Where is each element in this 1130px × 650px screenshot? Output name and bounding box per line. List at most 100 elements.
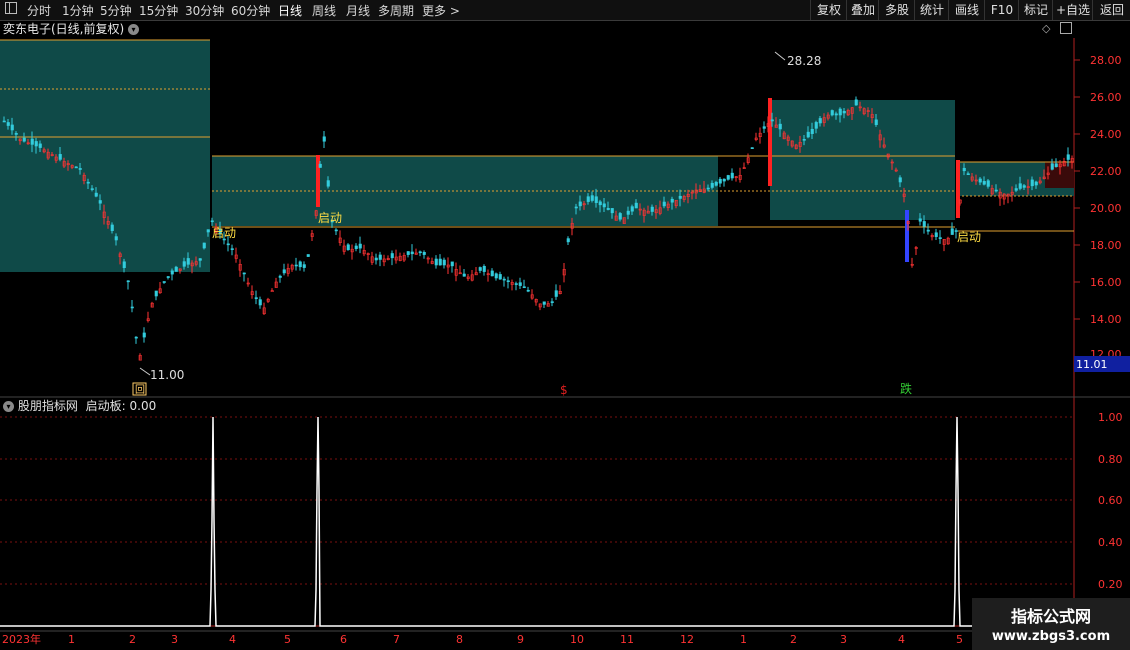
square-menu-icon[interactable]: [4, 1, 18, 18]
candle-body: [586, 196, 590, 202]
period-tab-15min[interactable]: 15分钟: [139, 2, 178, 19]
candle-body: [294, 264, 298, 267]
candle-body: [418, 251, 422, 254]
date-axis: 2023年 1 2 3 4 5 6 7 8 9 10 11 12 1 2 3 4…: [2, 632, 963, 646]
indicator-grid: [0, 416, 1074, 585]
candle-body: [494, 273, 498, 279]
date-tick: 3: [840, 633, 847, 646]
date-tick: 12: [680, 633, 694, 646]
candle-body: [634, 202, 638, 209]
candle-body: [938, 237, 942, 239]
candle-body: [966, 173, 970, 175]
watermark-url: www.zbgs3.com: [991, 629, 1111, 644]
candle-body: [358, 243, 362, 249]
f10-button[interactable]: F10: [984, 0, 1019, 20]
candle-body: [598, 201, 602, 206]
candle-body: [166, 276, 170, 278]
date-tick: 1: [740, 633, 747, 646]
signal-label-qidong: 启动: [212, 226, 236, 240]
candle-body: [498, 274, 502, 280]
current-price-label: 11.01: [1076, 358, 1108, 371]
signal-bar: [768, 98, 772, 186]
candle-body: [110, 224, 114, 231]
candle-body: [422, 252, 426, 255]
overlay-button[interactable]: 叠加: [846, 0, 879, 20]
candle-body: [126, 280, 130, 283]
fuquan-button[interactable]: 复权: [810, 0, 847, 20]
high-price-label: 28.28: [787, 54, 821, 68]
kline-chart[interactable]: 启动 启动 启动 28.28 11.00 回 $ 跌 28.00 26.00 2…: [0, 20, 1130, 650]
candle-body: [814, 122, 818, 129]
period-tab-fenshi[interactable]: 分时: [27, 2, 51, 19]
price-axis: 28.00 26.00 24.00 22.00 20.00 18.00 16.0…: [1074, 54, 1122, 361]
candle-body: [874, 119, 878, 125]
candle-body: [78, 168, 82, 170]
period-tab-multi[interactable]: 多周期: [378, 2, 414, 19]
candle-body: [390, 253, 394, 259]
candle-body: [134, 336, 138, 339]
high-pointer: [774, 51, 786, 61]
candle-body: [918, 218, 922, 222]
date-tick: 2023年: [2, 632, 41, 646]
period-tab-60min[interactable]: 60分钟: [231, 2, 270, 19]
candle-body: [810, 128, 814, 134]
candle-body: [182, 261, 186, 267]
candle-body: [154, 290, 158, 297]
candle-body: [834, 113, 838, 116]
period-tab-5min[interactable]: 5分钟: [100, 2, 132, 19]
candle-body: [170, 270, 174, 275]
candle-body: [98, 200, 102, 204]
signal-label-qidong: 启动: [318, 211, 342, 225]
multi-stock-button[interactable]: 多股: [878, 0, 915, 20]
candle-body: [602, 203, 606, 208]
candle-body: [198, 258, 202, 261]
candle-body: [282, 269, 286, 274]
candle-body: [298, 261, 302, 268]
candle-body: [378, 254, 382, 260]
candle-body: [806, 131, 810, 138]
candle-body: [706, 187, 710, 190]
date-tick: 4: [229, 633, 236, 646]
candle-body: [130, 306, 134, 309]
candle-body: [986, 180, 990, 187]
candle-body: [650, 206, 654, 212]
candle-body: [714, 181, 718, 186]
mark-button[interactable]: 标记: [1018, 0, 1053, 20]
price-tick: 14.00: [1090, 313, 1122, 326]
price-tick: 24.00: [1090, 128, 1122, 141]
low-pointer: [139, 367, 151, 376]
signal-bar: [316, 155, 320, 207]
candle-body: [630, 206, 634, 212]
candle-body: [230, 248, 234, 250]
date-tick: 9: [517, 633, 524, 646]
period-tab-daily[interactable]: 日线: [278, 2, 302, 19]
date-tick: 7: [393, 633, 400, 646]
candle-body: [490, 270, 494, 277]
candle-body: [38, 143, 42, 148]
candle-body: [74, 166, 78, 169]
date-tick: 11: [620, 633, 634, 646]
candle-body: [210, 220, 214, 223]
period-tab-weekly[interactable]: 周线: [312, 2, 336, 19]
date-tick: 4: [898, 633, 905, 646]
candle-body: [206, 229, 210, 233]
candle-body: [726, 175, 730, 180]
candle-body: [10, 124, 14, 131]
period-tab-30min[interactable]: 30分钟: [185, 2, 224, 19]
add-watchlist-button[interactable]: +自选: [1052, 0, 1093, 20]
price-tick: 28.00: [1090, 54, 1122, 67]
candle-body: [922, 221, 926, 227]
candle-body: [610, 208, 614, 214]
statistics-button[interactable]: 统计: [914, 0, 949, 20]
marker-dollar: $: [560, 383, 568, 397]
back-button[interactable]: 返回: [1092, 0, 1130, 20]
period-tab-1min[interactable]: 1分钟: [62, 2, 94, 19]
draw-line-button[interactable]: 画线: [948, 0, 985, 20]
candle-body: [550, 301, 554, 303]
candle-body: [1018, 183, 1022, 189]
period-tab-monthly[interactable]: 月线: [346, 2, 370, 19]
price-tick: 22.00: [1090, 165, 1122, 178]
candle-body: [438, 258, 442, 266]
more-periods-button[interactable]: 更多 >: [422, 2, 460, 19]
candle-body: [778, 123, 782, 130]
